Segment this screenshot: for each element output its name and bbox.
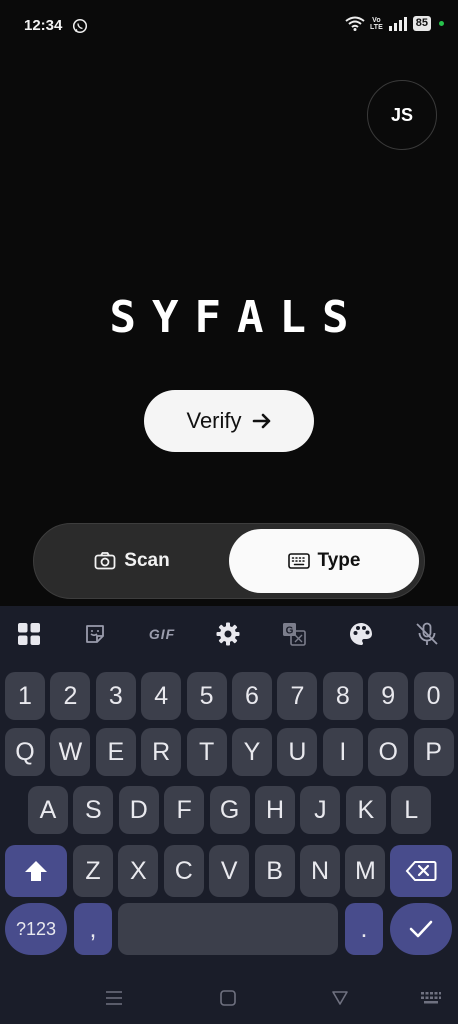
status-time: 12:34 bbox=[24, 17, 63, 34]
svg-text:G: G bbox=[286, 626, 294, 637]
backspace-icon bbox=[405, 861, 437, 881]
letter-key-f[interactable]: F bbox=[164, 786, 205, 834]
signal-icon bbox=[388, 17, 407, 31]
settings-gear-icon[interactable] bbox=[214, 620, 242, 648]
camera-icon bbox=[94, 552, 116, 570]
letter-key-n[interactable]: N bbox=[300, 845, 340, 897]
arrow-right-icon bbox=[252, 413, 270, 429]
keyboard-switch-icon[interactable] bbox=[420, 988, 442, 1008]
letter-key-o[interactable]: O bbox=[368, 728, 409, 776]
letter-key-h[interactable]: H bbox=[255, 786, 295, 834]
soft-keyboard: GIF G 1 2 3 4 5 6 7 8 9 0 Q W E R T Y U … bbox=[0, 606, 458, 1024]
letter-key-r[interactable]: R bbox=[141, 728, 182, 776]
letter-key-c[interactable]: C bbox=[163, 845, 204, 897]
charging-dot bbox=[439, 21, 444, 26]
checkmark-icon bbox=[409, 920, 433, 938]
app-title: SYFALS bbox=[109, 292, 365, 343]
input-mode-toggle: Scan Type bbox=[33, 523, 425, 599]
gif-icon[interactable]: GIF bbox=[147, 620, 177, 648]
type-tab[interactable]: Type bbox=[229, 529, 419, 593]
comma-key[interactable]: , bbox=[74, 903, 112, 955]
sticker-icon[interactable] bbox=[81, 620, 109, 648]
letter-key-u[interactable]: U bbox=[277, 728, 318, 776]
number-key-7[interactable]: 7 bbox=[277, 672, 318, 720]
letter-key-d[interactable]: D bbox=[118, 786, 159, 834]
letter-key-b[interactable]: B bbox=[254, 845, 295, 897]
letter-key-j[interactable]: J bbox=[300, 786, 341, 834]
status-bar: 12:34 Vo LTE 85 bbox=[0, 0, 458, 52]
number-key-9[interactable]: 9 bbox=[368, 672, 409, 720]
wifi-icon bbox=[345, 16, 365, 31]
back-icon[interactable] bbox=[330, 988, 350, 1008]
recents-menu-icon[interactable] bbox=[104, 988, 124, 1008]
period-key[interactable]: . bbox=[345, 903, 383, 955]
apps-grid-icon[interactable] bbox=[15, 620, 43, 648]
letter-key-w[interactable]: W bbox=[50, 728, 91, 776]
letter-key-x[interactable]: X bbox=[118, 845, 159, 897]
number-key-4[interactable]: 4 bbox=[141, 672, 182, 720]
shift-arrow-icon bbox=[25, 861, 47, 881]
volte-indicator: Vo LTE bbox=[370, 16, 383, 31]
backspace-key[interactable] bbox=[390, 845, 452, 897]
shift-key[interactable] bbox=[5, 845, 67, 897]
profile-avatar[interactable]: JS bbox=[367, 80, 437, 150]
verify-button[interactable]: Verify bbox=[144, 390, 314, 452]
number-key-8[interactable]: 8 bbox=[322, 672, 363, 720]
letter-key-l[interactable]: L bbox=[391, 786, 432, 834]
verify-label: Verify bbox=[186, 408, 242, 433]
space-key[interactable] bbox=[118, 903, 338, 955]
scan-tab[interactable]: Scan bbox=[38, 529, 226, 593]
letter-key-k[interactable]: K bbox=[345, 786, 386, 834]
letter-key-s[interactable]: S bbox=[73, 786, 114, 834]
number-key-1[interactable]: 1 bbox=[5, 672, 45, 720]
letter-key-t[interactable]: T bbox=[186, 728, 227, 776]
translate-icon[interactable]: G bbox=[280, 620, 308, 648]
letter-key-p[interactable]: P bbox=[413, 728, 454, 776]
letter-key-i[interactable]: I bbox=[322, 728, 363, 776]
number-key-3[interactable]: 3 bbox=[95, 672, 136, 720]
letter-key-z[interactable]: Z bbox=[73, 845, 113, 897]
enter-key[interactable] bbox=[390, 903, 452, 955]
home-icon[interactable] bbox=[218, 988, 238, 1008]
keyboard-toolbar: GIF G bbox=[0, 606, 458, 662]
battery-indicator: 85 bbox=[412, 16, 431, 31]
letter-key-m[interactable]: M bbox=[345, 845, 386, 897]
letter-key-y[interactable]: Y bbox=[232, 728, 272, 776]
status-icons: Vo LTE 85 bbox=[345, 16, 444, 31]
symbols-key[interactable]: ?123 bbox=[5, 903, 67, 955]
letter-key-v[interactable]: V bbox=[209, 845, 250, 897]
mic-off-icon[interactable] bbox=[413, 620, 441, 648]
letter-key-a[interactable]: A bbox=[28, 786, 68, 834]
number-key-5[interactable]: 5 bbox=[186, 672, 227, 720]
letter-key-q[interactable]: Q bbox=[5, 728, 45, 776]
letter-key-g[interactable]: G bbox=[209, 786, 250, 834]
number-key-6[interactable]: 6 bbox=[232, 672, 272, 720]
avatar-initials: JS bbox=[390, 104, 414, 125]
letter-key-e[interactable]: E bbox=[95, 728, 136, 776]
type-label: Type bbox=[317, 550, 361, 571]
number-key-0[interactable]: 0 bbox=[413, 672, 454, 720]
palette-icon[interactable] bbox=[347, 620, 375, 648]
scan-label: Scan bbox=[124, 550, 170, 571]
keyboard-icon bbox=[287, 553, 310, 569]
whatsapp-icon bbox=[72, 18, 88, 34]
system-nav-bar bbox=[0, 970, 458, 1024]
number-key-2[interactable]: 2 bbox=[50, 672, 91, 720]
